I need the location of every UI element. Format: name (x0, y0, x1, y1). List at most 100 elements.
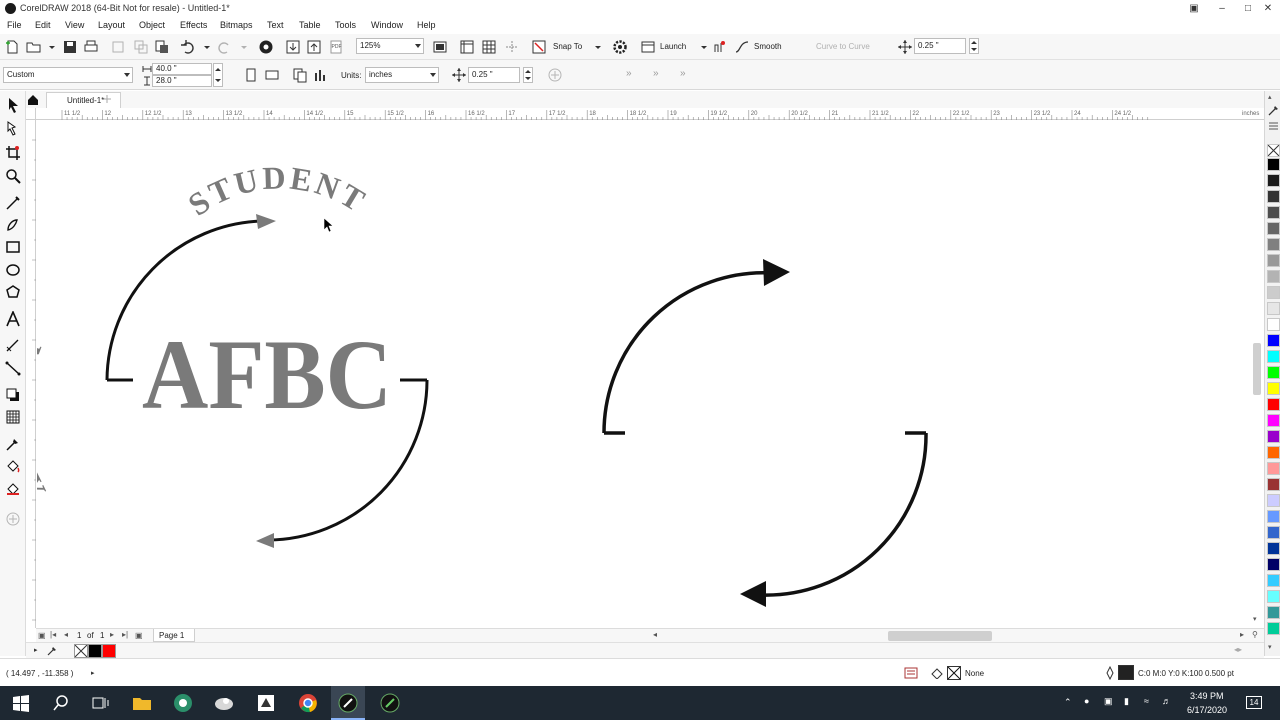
nudge-spinner[interactable] (966, 38, 979, 54)
add-page-icon[interactable]: ▣ (135, 631, 143, 640)
arrows-group[interactable] (602, 259, 928, 607)
arrow-arc-top[interactable] (602, 271, 773, 434)
menu-view[interactable]: View (65, 20, 84, 30)
zoom-tool-icon[interactable] (5, 168, 21, 184)
document-palette-swatch-none[interactable] (74, 644, 88, 658)
open-dropdown-icon[interactable] (44, 39, 55, 55)
palette-swatch[interactable] (1267, 398, 1280, 411)
drawing-canvas[interactable]: AFBC STUDENT MINISTRY (37, 121, 1264, 628)
palette-scroll-up-icon[interactable]: ▴ (1268, 93, 1278, 103)
scroll-left-arrow-icon[interactable]: ◂ (653, 630, 657, 639)
volume-icon[interactable]: ♬ (1162, 696, 1171, 706)
app-icon[interactable] (255, 692, 277, 714)
reduce-nodes-icon[interactable] (712, 39, 728, 55)
palette-swatch[interactable] (1267, 430, 1280, 443)
palette-swatch-none[interactable] (1267, 144, 1280, 157)
eyedropper-palette-icon[interactable] (1267, 104, 1280, 117)
logo-group[interactable]: AFBC STUDENT MINISTRY (37, 159, 429, 548)
palette-swatch[interactable] (1267, 334, 1280, 347)
new-document-icon[interactable] (4, 39, 20, 55)
file-explorer-icon[interactable] (131, 692, 153, 714)
undo-dropdown-icon[interactable] (199, 39, 210, 55)
property-nudge-field[interactable]: 0.25 " (468, 67, 520, 83)
clock-date[interactable]: 6/17/2020 (1187, 705, 1227, 715)
palette-swatch[interactable] (1267, 174, 1280, 187)
vertical-ruler[interactable] (26, 120, 36, 628)
close-button[interactable]: ✕ (1256, 1, 1280, 16)
current-page-icon[interactable] (313, 67, 329, 83)
page-options-icon[interactable]: ▣ (38, 631, 46, 640)
menu-bitmaps[interactable]: Bitmaps (220, 20, 253, 30)
microphone-icon[interactable]: ● (1084, 696, 1089, 706)
launch-icon[interactable] (640, 39, 656, 55)
launch-dropdown-icon[interactable] (696, 39, 707, 55)
paste-icon[interactable] (154, 39, 170, 55)
logo-arrowhead-bottom[interactable] (256, 533, 274, 548)
arrow-arc-bottom[interactable] (759, 432, 928, 597)
palette-swatch[interactable] (1267, 478, 1280, 491)
coreldraw-icon[interactable] (379, 692, 401, 714)
palette-swatch[interactable] (1267, 286, 1280, 299)
restore-icon[interactable]: ▣ (1182, 1, 1206, 16)
palette-swatch[interactable] (1267, 526, 1280, 539)
palette-swatch[interactable] (1267, 350, 1280, 363)
palette-swatch[interactable] (1267, 590, 1280, 603)
palette-swatch[interactable] (1267, 318, 1280, 331)
palette-swatch[interactable] (1267, 254, 1280, 267)
menu-edit[interactable]: Edit (35, 20, 51, 30)
search-icon[interactable] (50, 692, 72, 714)
palette-scroll-down-icon[interactable]: ▾ (1268, 643, 1278, 653)
palette-swatch[interactable] (1267, 622, 1280, 635)
search-content-icon[interactable] (258, 39, 274, 55)
publish-pdf-icon[interactable]: PDF (328, 39, 344, 55)
palette-swatch[interactable] (1267, 574, 1280, 587)
transparency-tool-icon[interactable] (5, 409, 21, 425)
nudge-distance-field[interactable]: 0.25 " (914, 38, 966, 54)
show-grid-icon[interactable] (481, 39, 497, 55)
palette-swatch[interactable] (1267, 238, 1280, 251)
logo-arrowhead-top[interactable] (256, 214, 276, 229)
palette-swatch[interactable] (1267, 270, 1280, 283)
zoom-to-page-icon[interactable]: ⚲ (1252, 630, 1258, 639)
add-tab-icon[interactable] (102, 93, 112, 105)
connector-tool-icon[interactable] (5, 360, 21, 376)
windows-start-icon[interactable] (10, 692, 32, 714)
all-pages-icon[interactable] (292, 67, 308, 83)
vertical-scrollbar[interactable]: ▾ (1250, 121, 1264, 628)
full-screen-preview-icon[interactable] (432, 39, 448, 55)
palette-swatch[interactable] (1267, 494, 1280, 507)
menu-window[interactable]: Window (371, 20, 403, 30)
outline-swatch-black[interactable] (1118, 665, 1134, 680)
menu-effects[interactable]: Effects (180, 20, 207, 30)
color-proofing-icon[interactable] (904, 667, 918, 679)
fill-swatch-none[interactable] (947, 666, 961, 680)
palette-swatch[interactable] (1267, 462, 1280, 475)
palette-swatch[interactable] (1267, 302, 1280, 315)
previous-page-icon[interactable]: ◂ (64, 630, 68, 639)
document-palette-swatch-black[interactable] (88, 644, 102, 658)
smart-fill-tool-icon[interactable] (5, 480, 21, 496)
palette-swatch[interactable] (1267, 606, 1280, 619)
export-icon[interactable] (306, 39, 322, 55)
corel-app-icon[interactable] (172, 692, 194, 714)
ruler-origin[interactable] (26, 108, 36, 120)
last-page-icon[interactable]: ▸| (122, 630, 128, 639)
overflow-chevron-icon[interactable]: » (680, 68, 686, 79)
page-size-spinner[interactable] (213, 63, 223, 87)
menu-table[interactable]: Table (299, 20, 321, 30)
text-tool-icon[interactable] (5, 311, 21, 327)
snap-to-dropdown-icon[interactable] (590, 39, 601, 55)
property-nudge-spinner[interactable] (520, 67, 533, 83)
launch-label[interactable]: Launch (660, 42, 686, 51)
arrowhead-bottom[interactable] (740, 581, 766, 607)
battery-icon[interactable]: ▮ (1124, 696, 1129, 707)
tray-overflow-chevron-icon[interactable]: ⌃ (1064, 697, 1072, 708)
next-page-icon[interactable]: ▸ (110, 630, 114, 639)
ellipse-tool-icon[interactable] (5, 262, 21, 278)
menu-layout[interactable]: Layout (98, 20, 125, 30)
palette-swatch[interactable] (1267, 510, 1280, 523)
menu-tools[interactable]: Tools (335, 20, 356, 30)
snap-to-icon[interactable] (531, 39, 547, 55)
palette-options-icon[interactable] (1267, 119, 1280, 132)
show-guidelines-icon[interactable] (504, 39, 520, 55)
